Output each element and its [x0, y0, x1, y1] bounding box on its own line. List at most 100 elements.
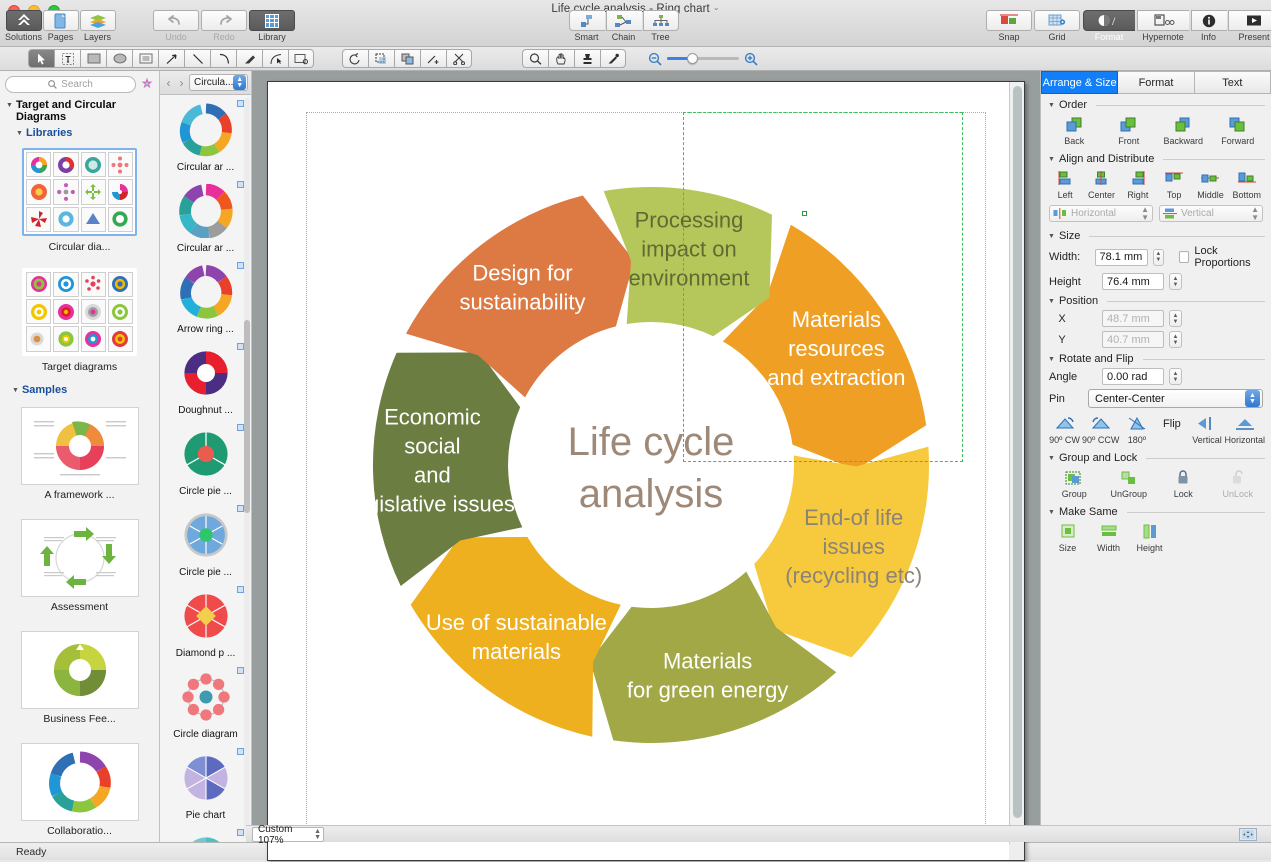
- tab-text[interactable]: Text: [1194, 71, 1271, 94]
- zoom-slider-knob[interactable]: [687, 53, 698, 64]
- position-x-input[interactable]: 48.7 mm: [1102, 310, 1164, 327]
- section-header-make-same[interactable]: ▼ Make Same: [1041, 503, 1271, 519]
- align-right-button[interactable]: Right: [1120, 169, 1156, 200]
- crop-tool[interactable]: [368, 49, 394, 68]
- grid-button[interactable]: Grid: [1033, 10, 1081, 44]
- stepper-icon[interactable]: ▲ ▼: [233, 75, 246, 90]
- shapes-scrollbar[interactable]: [244, 98, 250, 839]
- align-bottom-button[interactable]: Bottom: [1229, 169, 1265, 200]
- tree-connector-button[interactable]: Tree: [642, 10, 679, 44]
- distribute-vertical-select[interactable]: Vertical ▲ ▼: [1159, 205, 1263, 222]
- library-thumb[interactable]: [107, 206, 133, 232]
- section-header-rotate[interactable]: ▼ Rotate and Flip: [1041, 350, 1271, 366]
- library-thumb-grid-target[interactable]: [22, 267, 137, 356]
- send-backward-button[interactable]: Backward: [1156, 115, 1211, 146]
- scissors-tool[interactable]: [446, 49, 472, 68]
- shape-circle-pie-2[interactable]: Circle pie ...: [164, 504, 248, 585]
- align-center-button[interactable]: Center: [1083, 169, 1119, 200]
- distribute-horizontal-select[interactable]: Horizontal ▲ ▼: [1049, 205, 1153, 222]
- ellipse-tool[interactable]: [106, 49, 132, 68]
- line-tool[interactable]: [184, 49, 210, 68]
- callout-tool[interactable]: [288, 49, 314, 68]
- library-thumb[interactable]: [26, 206, 52, 232]
- ungroup-button[interactable]: UnGroup: [1102, 468, 1157, 499]
- library-sample-assessment[interactable]: Assessment: [20, 518, 139, 623]
- zoom-slider-track[interactable]: [667, 53, 739, 64]
- rectangle-tool[interactable]: [80, 49, 106, 68]
- library-thumb[interactable]: [26, 271, 52, 297]
- bring-to-front-button[interactable]: Front: [1102, 115, 1157, 146]
- snap-button[interactable]: Snap: [985, 10, 1033, 44]
- zoom-slider[interactable]: [648, 52, 758, 66]
- lock-proportions-row[interactable]: Lock Proportions: [1179, 245, 1263, 269]
- duplicate-tool[interactable]: [394, 49, 420, 68]
- height-stepper[interactable]: ▲ ▼: [1169, 273, 1182, 290]
- undo-button[interactable]: Undo: [152, 10, 200, 44]
- selection-handle[interactable]: [802, 211, 807, 216]
- pointer-tool[interactable]: [28, 49, 54, 68]
- zoom-level-select[interactable]: Custom 107% ▲ ▼: [252, 824, 324, 846]
- library-button[interactable]: Library: [248, 10, 296, 44]
- align-left-button[interactable]: Left: [1047, 169, 1083, 200]
- pen-tool[interactable]: [236, 49, 262, 68]
- rotate-180-button[interactable]: 180º: [1119, 414, 1154, 445]
- chain-connector-button[interactable]: Chain: [605, 10, 642, 44]
- rounded-rect-tool[interactable]: [132, 49, 158, 68]
- width-stepper[interactable]: ▲ ▼: [1152, 248, 1165, 266]
- rotate-tool[interactable]: [342, 49, 368, 68]
- position-y-input[interactable]: 40.7 mm: [1102, 331, 1164, 348]
- bezier-tool[interactable]: [262, 49, 288, 68]
- lock-proportions-checkbox[interactable]: [1179, 251, 1190, 263]
- align-top-button[interactable]: Top: [1156, 169, 1192, 200]
- library-sample-collaboration[interactable]: Collaboratio...: [20, 742, 139, 843]
- stepper-icon[interactable]: ▲ ▼: [1251, 205, 1259, 222]
- library-thumb[interactable]: [53, 271, 79, 297]
- pin-select[interactable]: Center-Center ▲ ▼: [1088, 389, 1263, 408]
- library-thumb[interactable]: [53, 152, 79, 178]
- group-button[interactable]: Group: [1047, 468, 1102, 499]
- shape-arrow-ring[interactable]: Arrow ring ...: [164, 261, 248, 342]
- shape-circle-diagram[interactable]: Circle diagram: [164, 666, 248, 747]
- rotate-cw-button[interactable]: 90º CW: [1047, 414, 1082, 445]
- same-width-button[interactable]: Width: [1088, 522, 1129, 553]
- redo-button[interactable]: Redo: [200, 10, 248, 44]
- search-input[interactable]: Search: [5, 75, 136, 93]
- library-thumb[interactable]: [26, 326, 52, 352]
- shape-circular-arrows-2[interactable]: Circular ar ...: [164, 180, 248, 261]
- hypernote-button[interactable]: Hypernote: [1136, 10, 1190, 44]
- library-thumb[interactable]: [26, 179, 52, 205]
- section-header-size[interactable]: ▼ Size: [1041, 227, 1271, 243]
- library-thumb[interactable]: [26, 299, 52, 325]
- info-button[interactable]: Info: [1190, 10, 1227, 44]
- library-thumb[interactable]: [107, 299, 133, 325]
- zoom-out-icon[interactable]: [648, 52, 662, 66]
- pages-button[interactable]: Pages: [42, 10, 79, 44]
- align-middle-button[interactable]: Middle: [1192, 169, 1228, 200]
- add-point-tool[interactable]: [420, 49, 446, 68]
- tree-node-samples[interactable]: ▼ Samples: [6, 382, 153, 399]
- position-y-stepper[interactable]: ▲ ▼: [1169, 331, 1182, 348]
- document-page[interactable]: Materials resources and extraction End-of l…: [267, 81, 1025, 861]
- curve-tool[interactable]: [210, 49, 236, 68]
- flip-vertical-button[interactable]: Vertical: [1189, 414, 1224, 445]
- library-thumb[interactable]: [107, 271, 133, 297]
- library-thumb[interactable]: [107, 326, 133, 352]
- shape-ring-chart-1[interactable]: Ring chart ...: [164, 828, 248, 842]
- flip-horizontal-button[interactable]: Horizontal: [1224, 414, 1265, 445]
- library-thumb[interactable]: [80, 299, 106, 325]
- eyedropper-tool[interactable]: [600, 49, 626, 68]
- shapes-library-select[interactable]: Circula... ▲ ▼: [189, 74, 248, 91]
- same-size-button[interactable]: Size: [1047, 522, 1088, 553]
- nav-back-icon[interactable]: ‹: [163, 76, 174, 90]
- tab-format[interactable]: Format: [1118, 71, 1195, 94]
- library-thumb[interactable]: [80, 179, 106, 205]
- canvas-area[interactable]: Materials resources and extraction End-of l…: [252, 71, 1040, 861]
- hand-tool[interactable]: [548, 49, 574, 68]
- library-thumb[interactable]: [80, 326, 106, 352]
- library-thumb[interactable]: [53, 179, 79, 205]
- solutions-button[interactable]: Solutions: [5, 10, 42, 44]
- nav-forward-icon[interactable]: ›: [176, 76, 187, 90]
- zoom-tool[interactable]: [522, 49, 548, 68]
- library-thumb[interactable]: [107, 152, 133, 178]
- library-thumb[interactable]: [53, 326, 79, 352]
